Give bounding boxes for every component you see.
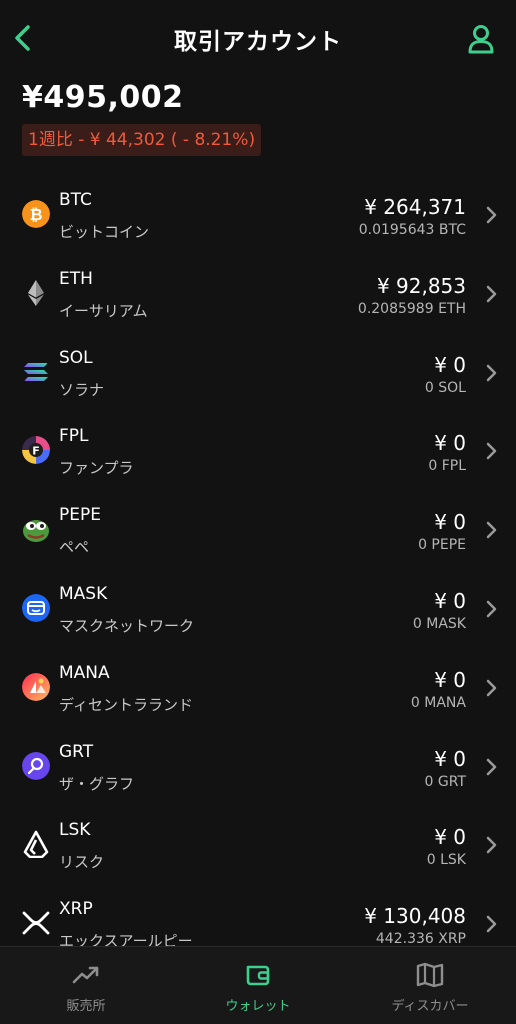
coin-value: ¥ 0	[434, 667, 466, 692]
tab-discover[interactable]: ディスカバー	[344, 947, 516, 1024]
coin-name: ディセントラランド	[59, 695, 193, 714]
tab-label: ウォレット	[225, 999, 291, 1014]
coin-amount: 0.2085989 ETH	[357, 300, 466, 317]
coin-symbol: MASK	[59, 583, 108, 604]
coin-row-pepe[interactable]: PEPE ペペ ¥ 0 0 PEPE	[0, 491, 516, 570]
coin-row-sol[interactable]: SOL ソラナ ¥ 0 0 SOL	[0, 334, 516, 413]
chevron-right-icon	[486, 443, 497, 460]
fpl-icon: F	[22, 436, 50, 465]
coin-name: ペペ	[59, 538, 90, 557]
coin-value: ¥ 130,408	[364, 904, 466, 929]
ethereum-icon	[28, 279, 44, 306]
coin-amount: 0 SOL	[424, 379, 466, 396]
chart-trend-icon	[72, 966, 99, 984]
coin-name: リスク	[59, 853, 105, 872]
coin-value: ¥ 0	[434, 352, 466, 377]
coin-symbol: MANA	[59, 662, 110, 683]
map-icon	[416, 962, 444, 988]
coin-row-btc[interactable]: ₿ BTC ビットコイン ¥ 264,371 0.0195643 BTC	[0, 176, 516, 255]
coin-value: ¥ 0	[434, 588, 466, 613]
chevron-right-icon	[486, 206, 497, 224]
xrp-icon	[22, 911, 50, 935]
chevron-right-icon	[486, 521, 497, 539]
coin-symbol: PEPE	[59, 505, 101, 526]
coin-row-eth[interactable]: ETH イーサリアム ¥ 92,853 0.2085989 ETH	[0, 255, 516, 334]
weekly-change-badge: 1週比 - ¥ 44,302 ( - 8.21%)	[22, 124, 262, 156]
chevron-right-icon	[486, 364, 497, 381]
mana-icon	[22, 672, 50, 701]
graph-icon	[22, 751, 50, 780]
coin-value: ¥ 0	[434, 825, 466, 850]
coin-symbol: FPL	[59, 426, 89, 447]
coin-symbol: LSK	[59, 820, 91, 841]
bottom-tab-bar: 販売所 ウォレット ディスカバー	[0, 946, 516, 1024]
svg-text:F: F	[32, 445, 40, 458]
coin-amount: 0 PEPE	[418, 537, 466, 554]
coin-value: ¥ 0	[434, 431, 466, 456]
total-balance: ¥495,002	[22, 80, 184, 115]
coin-amount: 0 LSK	[426, 852, 466, 869]
tab-sales[interactable]: 販売所	[0, 947, 172, 1024]
tab-wallet[interactable]: ウォレット	[172, 947, 344, 1024]
coin-symbol: ETH	[59, 268, 93, 289]
tab-label: 販売所	[66, 999, 106, 1014]
tab-label: ディスカバー	[391, 999, 469, 1014]
solana-icon	[24, 362, 48, 381]
chevron-right-icon	[486, 837, 497, 854]
coin-value: ¥ 0	[434, 510, 466, 535]
coin-row-fpl[interactable]: F FPL ファンプラ ¥ 0 0 FPL	[0, 412, 516, 491]
coin-name: イーサリアム	[59, 301, 148, 320]
coin-amount: 0.0195643 BTC	[358, 222, 466, 238]
chevron-right-icon	[486, 915, 497, 933]
coin-value: ¥ 264,371	[364, 195, 466, 219]
coin-amount: 442.336 XRP	[375, 931, 466, 948]
page-title: 取引アカウント	[174, 29, 342, 55]
coin-amount: 0 GRT	[424, 773, 466, 790]
chevron-right-icon	[486, 758, 497, 775]
coin-list: ₿ BTC ビットコイン ¥ 264,371 0.0195643 BTC ETH…	[0, 176, 516, 964]
wallet-icon	[246, 965, 270, 986]
coin-amount: 0 MASK	[412, 615, 466, 632]
coin-row-lsk[interactable]: LSK リスク ¥ 0 0 LSK	[0, 806, 516, 885]
coin-row-mask[interactable]: MASK マスクネットワーク ¥ 0 0 MASK	[0, 570, 516, 649]
coin-value: ¥ 92,853	[376, 273, 466, 298]
coin-name: ザ・グラフ	[59, 774, 135, 793]
coin-symbol: GRT	[59, 741, 94, 762]
coin-row-mana[interactable]: MANA ディセントラランド ¥ 0 0 MANA	[0, 649, 516, 728]
top-bar: 取引アカウント	[0, 0, 516, 76]
coin-amount: 0 MANA	[410, 694, 466, 711]
lisk-icon	[23, 831, 49, 859]
coin-value: ¥ 0	[434, 746, 466, 771]
bitcoin-icon: ₿	[22, 200, 50, 228]
chevron-right-icon	[486, 600, 497, 618]
coin-name: ソラナ	[59, 380, 105, 399]
coin-symbol: BTC	[59, 190, 92, 210]
coin-name: ファンプラ	[59, 459, 134, 478]
mask-icon	[22, 593, 50, 622]
coin-name: ビットコイン	[59, 223, 150, 241]
chevron-right-icon	[486, 679, 497, 697]
coin-row-grt[interactable]: GRT ザ・グラフ ¥ 0 0 GRT	[0, 728, 516, 807]
coin-amount: 0 FPL	[428, 458, 466, 475]
coin-symbol: SOL	[59, 347, 93, 368]
svg-text:₿: ₿	[29, 205, 42, 224]
pepe-icon	[23, 520, 49, 543]
chevron-right-icon	[486, 285, 497, 303]
coin-name: マスクネットワーク	[59, 616, 195, 635]
user-icon[interactable]	[466, 22, 496, 56]
coin-symbol: XRP	[59, 899, 93, 920]
